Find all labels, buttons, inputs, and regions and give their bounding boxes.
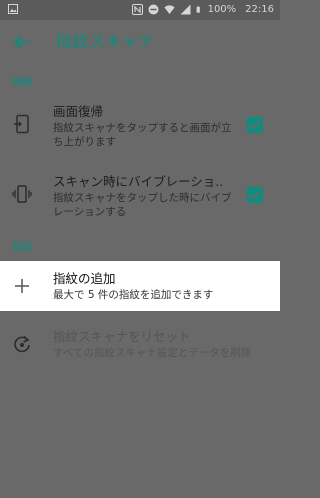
app-bar: 指紋スキャナ bbox=[0, 20, 280, 64]
clock: 22:16 bbox=[245, 4, 274, 15]
reset-scanner-item: 指紋スキャナをリセット すべての指紋スキャナ設定とデータを削除 bbox=[0, 325, 280, 365]
screen: 100% 22:16 指紋スキャナ 機能 画面復帰 指紋スキャナをタップすると画… bbox=[0, 0, 280, 498]
add-fingerprint-subtitle: 最大で 5 件の指紋を追加できます bbox=[53, 289, 214, 301]
back-arrow-icon[interactable] bbox=[10, 30, 34, 54]
vibration-item[interactable]: スキャン時にバイブレーショ.. 指紋スキャナをタップした時にバイブレーションする bbox=[0, 170, 280, 222]
screen-wake-title: 画面復帰 bbox=[53, 104, 104, 119]
reset-scanner-title: 指紋スキャナをリセット bbox=[53, 329, 191, 344]
screen-wake-item[interactable]: 画面復帰 指紋スキャナをタップすると画面が立ち上がります bbox=[0, 100, 280, 152]
wifi-icon bbox=[164, 5, 175, 14]
add-fingerprint-title: 指紋の追加 bbox=[53, 271, 116, 286]
section-header-function: 機能 bbox=[12, 76, 33, 88]
page-title: 指紋スキャナ bbox=[56, 32, 156, 51]
nfc-icon bbox=[131, 4, 143, 15]
battery-icon bbox=[196, 6, 200, 13]
screen-wake-subtitle: 指紋スキャナをタップすると画面が立ち上がります bbox=[53, 122, 232, 148]
phone-wake-icon bbox=[14, 114, 29, 134]
vibration-title: スキャン時にバイブレーショ.. bbox=[53, 174, 224, 189]
do-not-disturb-icon bbox=[148, 4, 159, 15]
vibration-checkbox[interactable] bbox=[247, 187, 263, 203]
image-notification-icon bbox=[8, 4, 18, 14]
battery-percent: 100% bbox=[207, 4, 237, 15]
vibration-subtitle: 指紋スキャナをタップした時にバイブレーションする bbox=[53, 192, 232, 218]
screen-wake-checkbox[interactable] bbox=[247, 117, 263, 133]
vibration-icon bbox=[12, 185, 32, 203]
plus-icon bbox=[15, 279, 29, 293]
section-header-fingerprint: 指紋 bbox=[12, 241, 33, 253]
add-fingerprint-item[interactable]: 指紋の追加 最大で 5 件の指紋を追加できます bbox=[0, 261, 280, 311]
signal-icon bbox=[180, 4, 191, 15]
status-bar: 100% 22:16 bbox=[0, 0, 280, 20]
status-icons: 100% 22:16 bbox=[131, 3, 274, 16]
reset-scanner-subtitle: すべての指紋スキャナ設定とデータを削除 bbox=[53, 347, 252, 359]
reset-icon bbox=[14, 335, 30, 353]
